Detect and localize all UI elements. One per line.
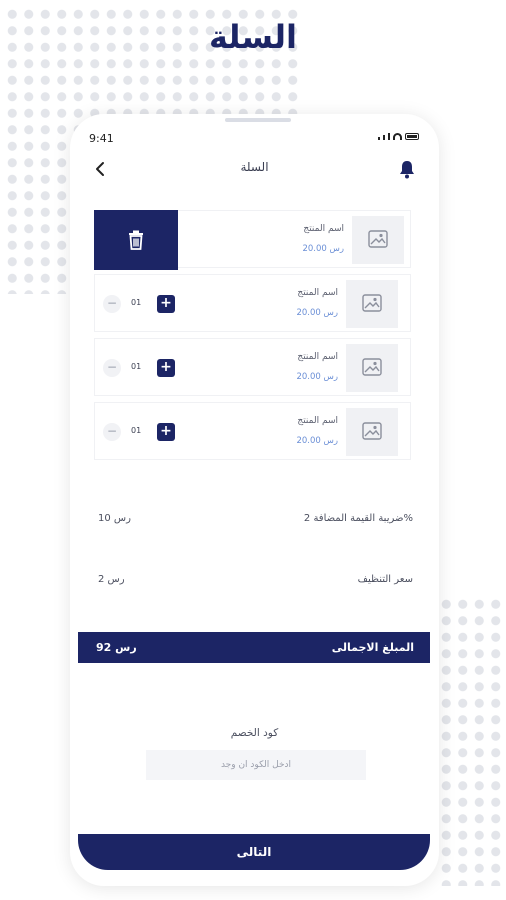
cleaning-fee-label: سعر التنظيف bbox=[357, 574, 413, 585]
phone-frame: 9:41 السلة اسم المنتج 20.00 رس − 01 + اس… bbox=[70, 114, 439, 886]
product-thumbnail bbox=[346, 280, 398, 328]
increase-quantity-button[interactable]: + bbox=[157, 359, 175, 377]
quantity-value: 01 bbox=[131, 426, 142, 435]
quantity-value: 01 bbox=[131, 362, 142, 371]
quantity-value: 01 bbox=[131, 298, 142, 307]
product-price: 20.00 رس bbox=[302, 244, 344, 254]
cart-item[interactable]: − 01 + اسم المنتج 20.00 رس bbox=[94, 274, 411, 332]
total-label: المبلغ الاجمالى bbox=[331, 641, 414, 654]
product-thumbnail bbox=[346, 344, 398, 392]
vat-label: ضريبة القيمة المضافة 2% bbox=[303, 513, 413, 524]
total-value: 92 رس bbox=[96, 641, 137, 654]
signal-icon bbox=[383, 135, 385, 140]
product-thumbnail bbox=[346, 408, 398, 456]
status-icons bbox=[378, 133, 419, 140]
product-price: 20.00 رس bbox=[296, 308, 338, 318]
product-name: اسم المنتج bbox=[297, 352, 338, 362]
bell-icon bbox=[400, 161, 414, 179]
status-time: 9:41 bbox=[89, 132, 114, 145]
quantity-stepper: − 01 + bbox=[103, 423, 179, 441]
cart-item[interactable]: − 01 + اسم المنتج 20.00 رس bbox=[94, 402, 411, 460]
decrease-quantity-button[interactable]: − bbox=[103, 295, 121, 313]
image-placeholder-icon bbox=[362, 294, 382, 312]
increase-quantity-button[interactable]: + bbox=[157, 423, 175, 441]
cart-item[interactable]: − 01 + اسم المنتج 20.00 رس bbox=[94, 338, 411, 396]
product-name: اسم المنتج bbox=[297, 288, 338, 298]
decorative-dots-bottom bbox=[438, 596, 504, 886]
product-price: 20.00 رس bbox=[296, 372, 338, 382]
total-bar: المبلغ الاجمالى 92 رس bbox=[78, 632, 430, 663]
cart-item[interactable]: اسم المنتج 20.00 رس bbox=[94, 210, 411, 270]
page-title: السلة bbox=[208, 18, 297, 56]
product-name: اسم المنتج bbox=[303, 224, 344, 234]
battery-icon bbox=[405, 133, 419, 140]
product-name: اسم المنتج bbox=[297, 416, 338, 426]
notifications-button[interactable] bbox=[397, 158, 417, 180]
next-button[interactable]: التالى bbox=[78, 834, 430, 870]
header-title: السلة bbox=[240, 160, 269, 174]
image-placeholder-icon bbox=[362, 422, 382, 440]
product-thumbnail bbox=[352, 216, 404, 264]
discount-code-input[interactable] bbox=[146, 750, 366, 780]
delete-item-button[interactable] bbox=[94, 210, 178, 270]
increase-quantity-button[interactable]: + bbox=[157, 295, 175, 313]
phone-notch bbox=[225, 118, 291, 122]
signal-icon bbox=[388, 133, 390, 140]
discount-code-title: كود الخصم bbox=[230, 727, 279, 739]
wifi-icon bbox=[393, 133, 402, 140]
vat-value: 10 رس bbox=[98, 513, 131, 524]
decrease-quantity-button[interactable]: − bbox=[103, 359, 121, 377]
image-placeholder-icon bbox=[362, 358, 382, 376]
trash-icon bbox=[129, 230, 143, 250]
cleaning-fee-value: 2 رس bbox=[98, 574, 125, 585]
image-placeholder-icon bbox=[368, 230, 388, 248]
quantity-stepper: − 01 + bbox=[103, 295, 179, 313]
signal-icon bbox=[378, 137, 380, 140]
product-price: 20.00 رس bbox=[296, 436, 338, 446]
decrease-quantity-button[interactable]: − bbox=[103, 423, 121, 441]
quantity-stepper: − 01 + bbox=[103, 359, 179, 377]
